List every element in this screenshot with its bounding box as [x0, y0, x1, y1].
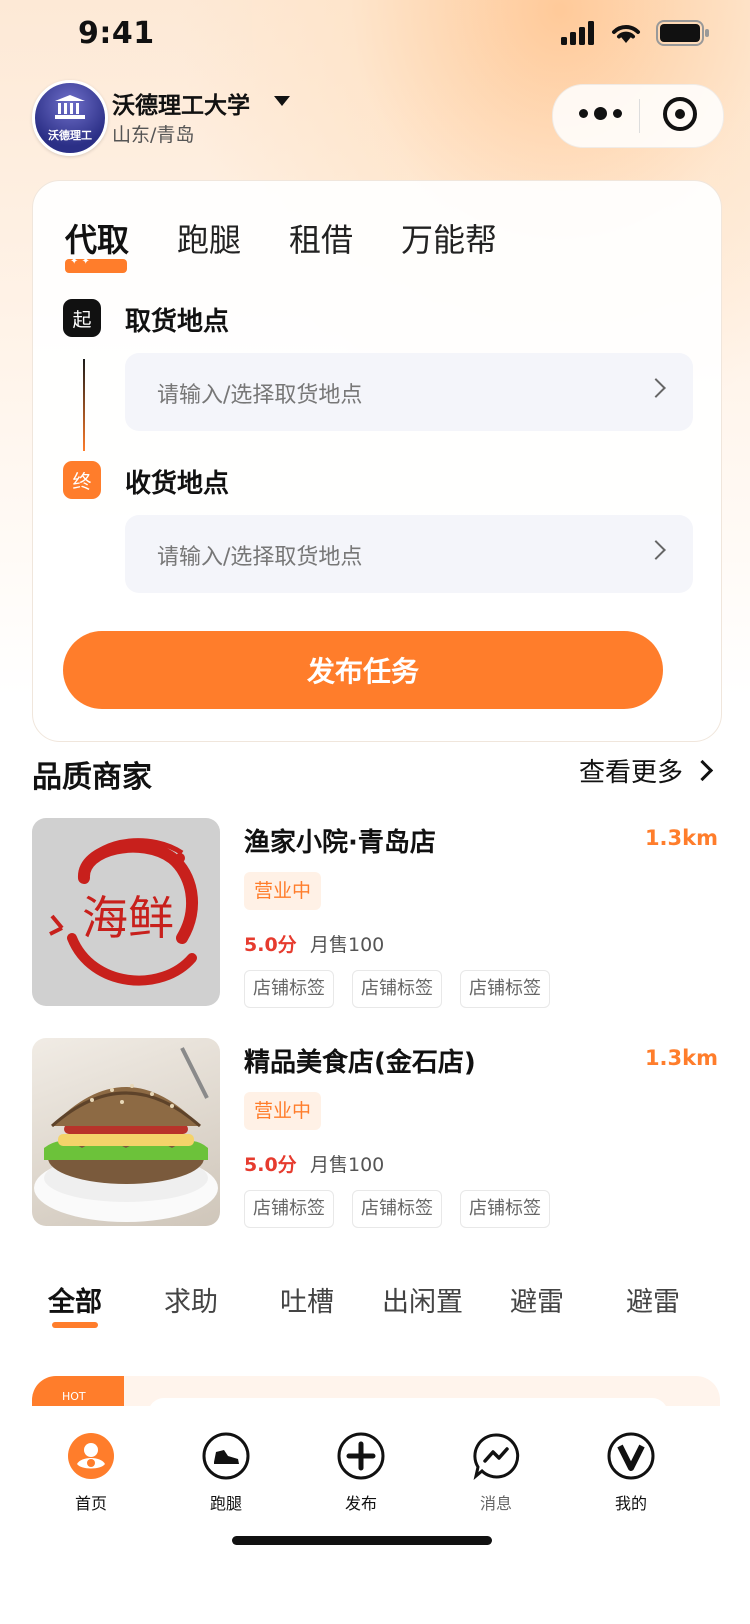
school-name[interactable]: 沃德理工大学	[112, 86, 250, 120]
battery-icon	[656, 20, 709, 46]
tabbar-messages[interactable]: 消息	[451, 1432, 541, 1514]
end-label: 收货地点	[125, 469, 230, 499]
tabbar-profile[interactable]: 我的	[586, 1432, 676, 1514]
merchant-tag: 店铺标签	[244, 970, 334, 1008]
publish-task-button[interactable]: 发布任务	[63, 631, 663, 709]
merchant-name[interactable]: 渔家小院·青岛店	[244, 822, 436, 859]
tabbar-home-label: 首页	[74, 1494, 107, 1513]
category-tab-secondhand[interactable]: 出闲置	[382, 1280, 463, 1319]
view-more-link[interactable]: 查看更多	[578, 752, 714, 789]
delivery-field[interactable]: 请输入/选择取货地点	[125, 515, 693, 593]
seafood-logo-text: 海鲜	[82, 891, 174, 945]
bottom-tab-bar: 首页 跑腿 发布 消息 我的	[0, 1406, 750, 1624]
home-icon	[68, 1433, 114, 1479]
pickup-field[interactable]: 请输入/选择取货地点	[125, 353, 693, 431]
sneaker-icon	[202, 1432, 250, 1480]
home-indicator	[232, 1536, 492, 1545]
merchant-distance: 1.3km	[644, 1046, 718, 1070]
merchant-distance: 1.3km	[644, 826, 718, 850]
active-category-indicator	[52, 1322, 98, 1328]
sandwich-photo	[34, 1047, 218, 1222]
merchants-title: 品质商家	[32, 760, 152, 795]
merchant-status-badge: 营业中	[244, 872, 322, 910]
category-tab-rant[interactable]: 吐槽	[280, 1280, 334, 1319]
category-tab-avoid-2[interactable]: 避雷	[626, 1280, 680, 1319]
chevron-right-icon	[646, 378, 666, 398]
merchant-tag: 店铺标签	[460, 970, 550, 1008]
signal-icon	[561, 21, 594, 45]
wifi-icon	[612, 25, 640, 43]
delivery-placeholder: 请输入/选择取货地点	[157, 545, 363, 570]
category-tab-all[interactable]: 全部	[48, 1280, 102, 1319]
view-more-label: 查看更多	[578, 758, 683, 788]
tabbar-errand[interactable]: 跑腿	[181, 1432, 271, 1514]
tabbar-errand-label: 跑腿	[209, 1494, 242, 1513]
tab-zujie[interactable]: 租借	[289, 215, 353, 261]
plus-circle-icon	[337, 1432, 385, 1480]
close-target-icon[interactable]	[663, 97, 697, 131]
status-time: 9:41	[78, 16, 155, 51]
order-card: 代取 跑腿 租借 万能帮 起 取货地点 请输入/选择取货地点 终 收货地点 请输…	[32, 180, 722, 742]
tabbar-messages-label: 消息	[479, 1494, 512, 1513]
category-tab-avoid[interactable]: 避雷	[510, 1280, 564, 1319]
service-tabs: 代取 跑腿 租借 万能帮	[65, 215, 497, 261]
message-icon	[473, 1433, 520, 1480]
start-badge: 起	[63, 299, 101, 337]
school-logo[interactable]: 沃德理工	[32, 80, 108, 156]
tabbar-home[interactable]: 首页	[46, 1432, 136, 1514]
route-line	[83, 359, 85, 451]
merchant-score: 5.0分	[244, 934, 297, 956]
tabbar-publish[interactable]: 发布	[316, 1432, 406, 1514]
category-tab-help[interactable]: 求助	[164, 1280, 218, 1319]
seafood-logo: 海鲜	[49, 838, 199, 986]
active-tab-indicator	[65, 256, 127, 273]
profile-v-icon	[607, 1432, 655, 1480]
chevron-right-icon	[691, 759, 714, 782]
school-logo-text: 沃德理工	[48, 129, 92, 142]
tab-wannengbang[interactable]: 万能帮	[401, 215, 497, 261]
pickup-placeholder: 请输入/选择取货地点	[157, 383, 363, 408]
school-location: 山东/青岛	[112, 124, 195, 146]
merchant-image[interactable]: 海鲜	[32, 818, 220, 1006]
chevron-right-icon	[646, 540, 666, 560]
merchant-tag: 店铺标签	[244, 1190, 334, 1228]
tabbar-publish-label: 发布	[344, 1494, 377, 1513]
tab-daiqu[interactable]: 代取	[65, 215, 129, 261]
tab-paotui[interactable]: 跑腿	[177, 215, 241, 261]
building-icon	[55, 95, 85, 119]
merchant-tag: 店铺标签	[352, 1190, 442, 1228]
caret-down-icon[interactable]	[274, 96, 290, 106]
merchant-image[interactable]	[32, 1038, 220, 1226]
merchant-score: 5.0分	[244, 1154, 297, 1176]
end-badge: 终	[63, 461, 101, 499]
merchant-status-badge: 营业中	[244, 1092, 322, 1130]
miniapp-capsule	[552, 84, 724, 148]
start-label: 取货地点	[125, 307, 230, 337]
merchant-sales: 月售100	[310, 1154, 385, 1176]
status-icons	[560, 20, 710, 46]
capsule-divider	[639, 99, 640, 133]
tabbar-profile-label: 我的	[614, 1494, 647, 1513]
merchant-name[interactable]: 精品美食店(金石店)	[244, 1042, 476, 1079]
more-icon[interactable]	[579, 107, 622, 120]
merchant-tag: 店铺标签	[352, 970, 442, 1008]
merchant-sales: 月售100	[310, 934, 385, 956]
merchant-tag: 店铺标签	[460, 1190, 550, 1228]
